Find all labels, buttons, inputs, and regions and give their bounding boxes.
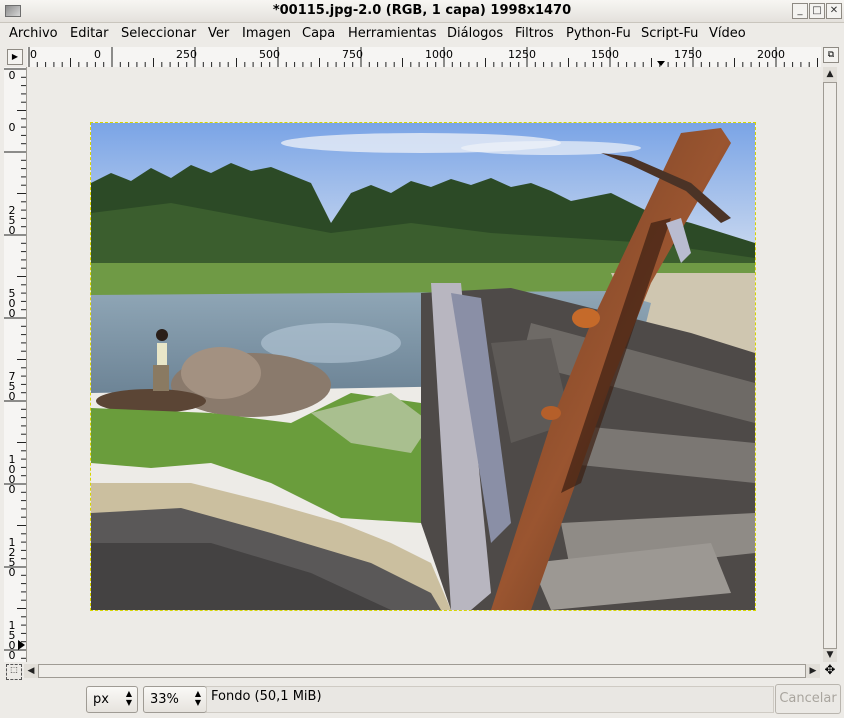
menu-video[interactable]: Vídeo [709,26,746,41]
hruler-label: 2000 [757,48,785,61]
hruler-label: 1250 [508,48,536,61]
triangle-right-icon: ▶ [11,52,19,61]
menu-filtros[interactable]: Filtros [515,26,554,41]
hruler-label: 250 [176,48,197,61]
vertical-scroll-thumb[interactable] [823,82,837,649]
hruler-label: 0 [94,48,101,61]
maximize-button[interactable]: □ [809,3,825,19]
image-layer-fondo[interactable] [90,122,756,611]
menu-editar[interactable]: Editar [70,26,109,41]
vruler-label: 1500 [8,619,16,662]
scroll-right-arrow[interactable]: ▶ [806,664,820,678]
vruler-label: 250 [8,204,16,237]
menu-python-fu[interactable]: Python-Fu [566,26,631,41]
navigate-icon: ⧉ [827,50,835,60]
title-bar: *00115.jpg-2.0 (RGB, 1 capa) 1998x1470 _… [0,0,844,23]
photo-shipwreck [91,123,755,610]
unit-value: px [93,692,109,707]
hruler-label: 1750 [674,48,702,61]
spin-arrows-icon: ▲ ▼ [194,689,201,707]
image-canvas[interactable] [27,67,821,662]
quickmask-toggle[interactable]: ⬚ [6,664,22,680]
vruler-label: 1000 [8,453,16,496]
navigate-button[interactable]: ⧉ [823,47,839,63]
menu-bar: Archivo Editar Seleccionar Ver Imagen Ca… [0,22,844,45]
vertical-scrollbar[interactable]: ▲ ▼ [823,67,837,662]
horizontal-ruler[interactable]: 0 0 250 500 750 1000 1250 1500 1750 2000 [27,47,821,68]
hruler-label: 1000 [425,48,453,61]
hruler-label: 1500 [591,48,619,61]
menu-ver[interactable]: Ver [208,26,229,41]
scroll-up-arrow[interactable]: ▲ [823,67,837,81]
vruler-label: 0 [8,121,16,134]
scroll-left-arrow[interactable]: ◀ [24,664,38,678]
vruler-label: 0 [8,69,16,82]
close-button[interactable]: ✕ [826,3,842,19]
hruler-label: 500 [259,48,280,61]
hruler-label: 750 [342,48,363,61]
image-menu-button[interactable]: ▶ [7,49,23,65]
quickmask-icon: ⬚ [10,665,18,674]
menu-herramientas[interactable]: Herramientas [348,26,437,41]
menu-seleccionar[interactable]: Seleccionar [121,26,196,41]
menu-capa[interactable]: Capa [302,26,335,41]
zoom-value: 33% [150,692,179,707]
menu-archivo[interactable]: Archivo [9,26,58,41]
menu-dialogos[interactable]: Diálogos [447,26,503,41]
minimize-button[interactable]: _ [792,3,808,19]
spin-arrows-icon: ▲ ▼ [125,689,132,707]
layer-info: Fondo (50,1 MiB) [211,689,322,704]
cancel-button[interactable]: Cancelar [775,684,841,714]
vruler-label: 750 [8,370,16,403]
horizontal-scroll-thumb[interactable] [38,664,806,678]
zoom-selector[interactable]: 33% ▲ ▼ [143,686,207,713]
vruler-label: 500 [8,287,16,320]
vertical-ruler[interactable]: 0 0 250 500 750 1000 1250 1500 [4,67,27,662]
menu-imagen[interactable]: Imagen [242,26,291,41]
window-title: *00115.jpg-2.0 (RGB, 1 capa) 1998x1470 [272,3,572,18]
vruler-label: 1250 [8,536,16,579]
horizontal-scrollbar[interactable]: ◀ ▶ [24,664,820,678]
unit-selector[interactable]: px ▲ ▼ [86,686,138,713]
scroll-down-arrow[interactable]: ▼ [823,648,837,662]
hruler-label: 0 [30,48,37,61]
menu-script-fu[interactable]: Script-Fu [641,26,698,41]
move-icon[interactable]: ✥ [823,664,837,678]
hruler-pointer [657,61,665,66]
